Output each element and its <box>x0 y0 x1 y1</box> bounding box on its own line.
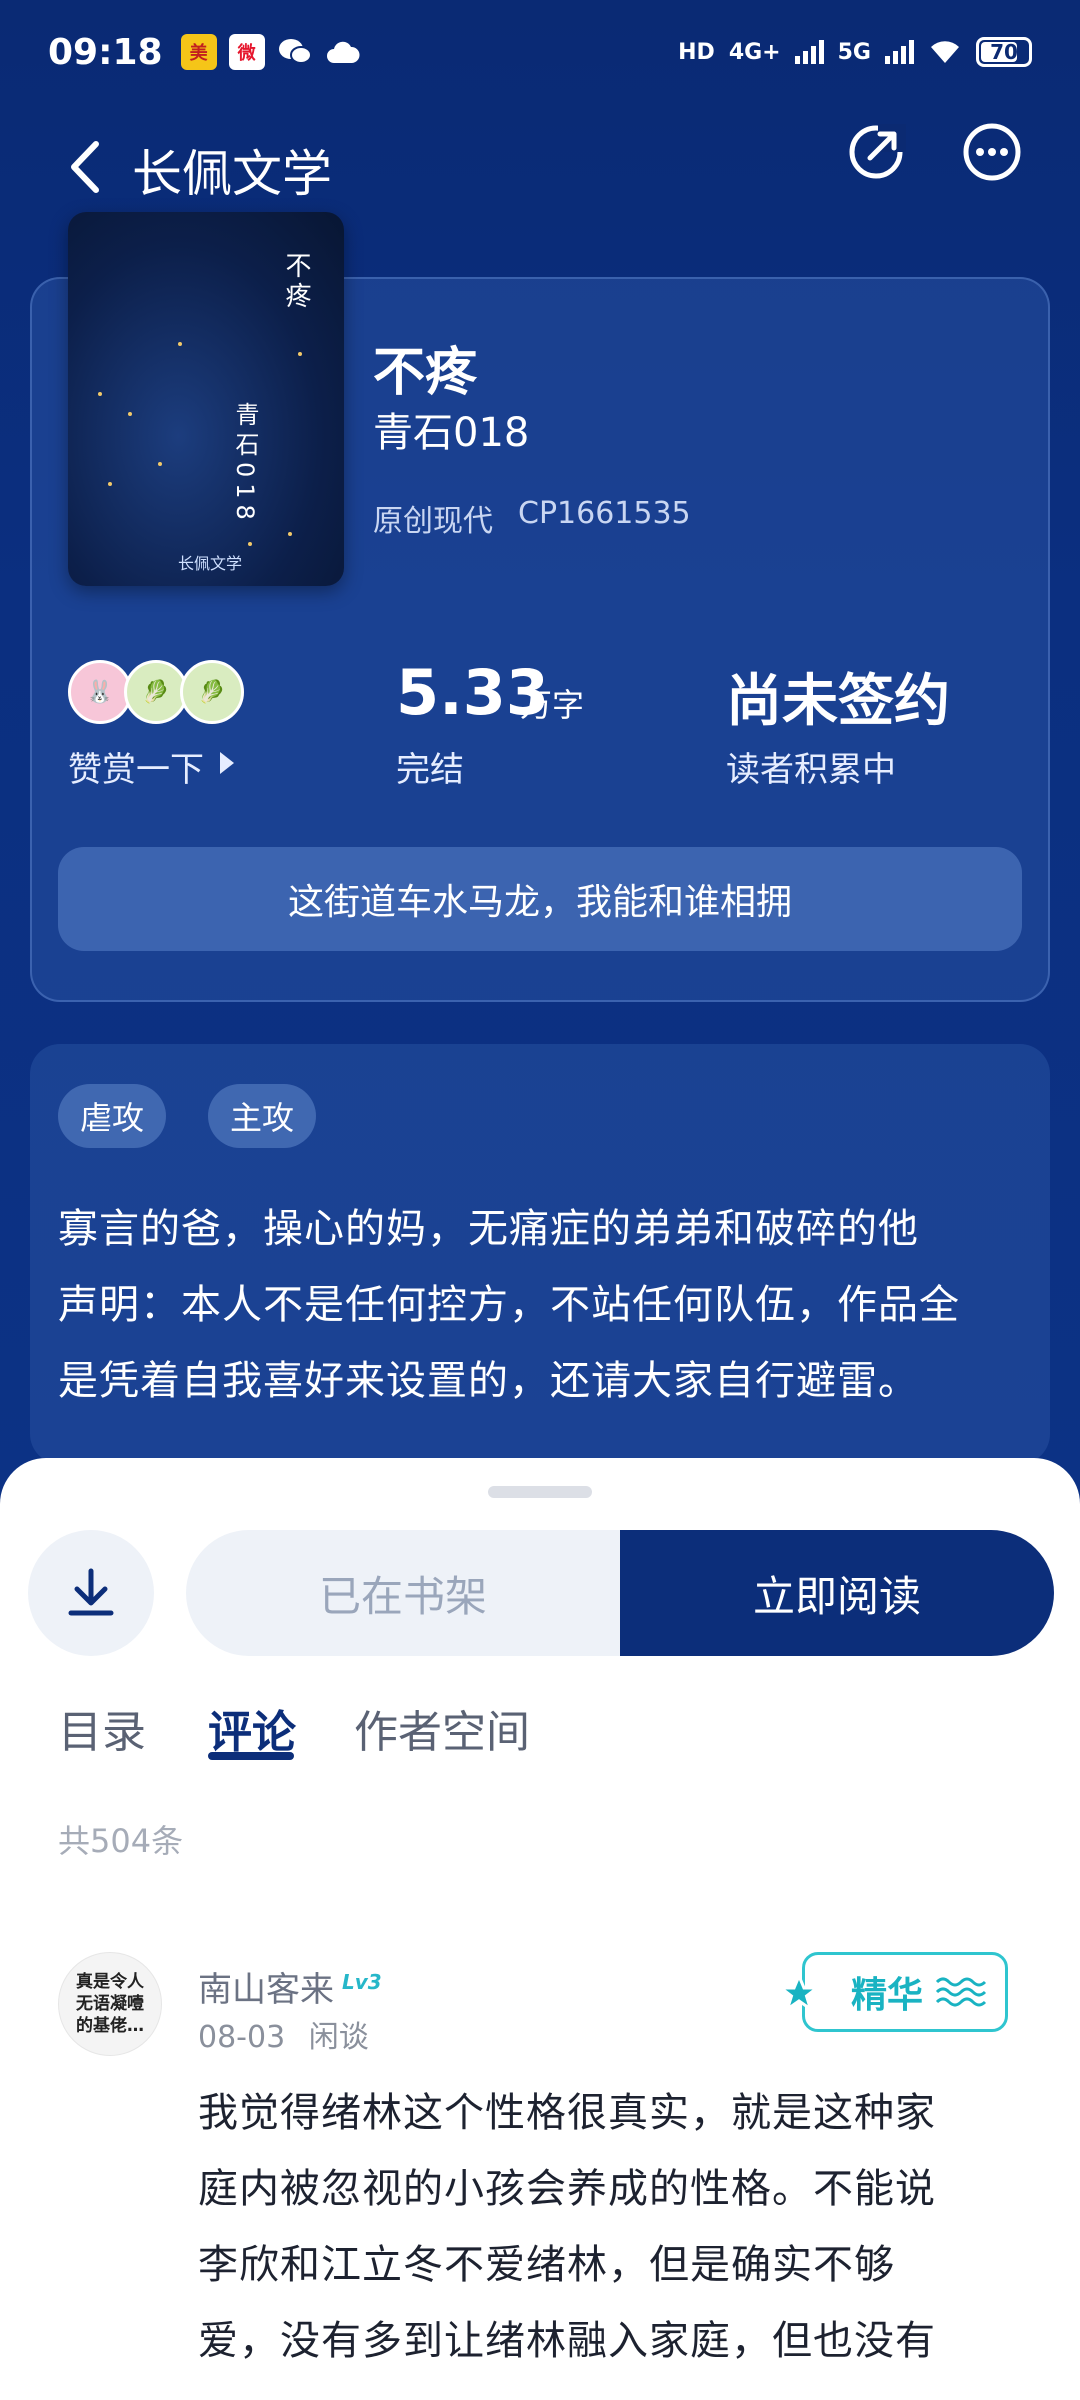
book-category: 原创现代 <box>373 504 493 539</box>
comment-text-line: 庭内被忽视的小孩会养成的性格。不能说 <box>198 2166 936 2212</box>
cloud-icon <box>325 34 361 70</box>
hd-indicator: HD <box>678 39 715 65</box>
user-level-badge: Lv3 <box>342 1970 382 1994</box>
comment-date: 08-03 <box>198 2020 286 2055</box>
on-shelf-button[interactable]: 已在书架 <box>186 1530 620 1656</box>
cover-light <box>248 542 252 546</box>
book-status: 完结 <box>396 750 464 790</box>
book-author[interactable]: 青石018 <box>373 400 529 458</box>
download-icon <box>68 1568 114 1616</box>
tag-chip[interactable]: 主攻 <box>208 1084 317 1148</box>
intro-text-line: 声明：本人不是任何控方，不站任何队伍，作品全 <box>58 1282 960 1328</box>
avatar-text-line: 无语凝噎 <box>76 1994 144 2014</box>
tag-chip[interactable]: 虐攻 <box>58 1084 167 1148</box>
tab-author-space[interactable]: 作者空间 <box>354 1696 530 1760</box>
status-bar: 09:18 美 微 HD 4G+ 5G 70 <box>0 0 1080 104</box>
status-indicators: HD 4G+ 5G 70 <box>678 37 1032 67</box>
featured-badge: 精华 <box>779 1952 1008 2032</box>
signal-icon <box>885 40 914 64</box>
star-icon <box>779 1973 819 2013</box>
cover-light <box>98 392 102 396</box>
featured-badge-label: 精华 <box>851 1975 924 2016</box>
network-5g-indicator: 5G <box>837 39 871 65</box>
cover-light <box>108 482 112 486</box>
intro-text-line: 寡言的爸，操心的妈，无痛症的弟弟和破碎的他 <box>58 1206 919 1252</box>
share-icon[interactable] <box>844 120 908 184</box>
action-bar: 已在书架 立即阅读 <box>186 1530 1054 1656</box>
commenter-avatar[interactable]: 真是令人 无语凝噎 的基佬… <box>58 1952 162 2056</box>
sign-subtext: 读者积累中 <box>726 750 896 790</box>
cover-light <box>128 412 132 416</box>
praise-avatars[interactable]: 🐰 🥬 🥬 <box>68 660 248 724</box>
avatar: 🥬 <box>180 660 244 724</box>
cover-light <box>288 532 292 536</box>
book-cover[interactable]: 不疼 青石018 长佩文学 <box>68 212 344 586</box>
commenter-name[interactable]: 南山客来 <box>198 1962 334 2011</box>
read-now-button[interactable]: 立即阅读 <box>620 1530 1054 1656</box>
cover-light <box>178 342 182 346</box>
sign-status: 尚未签约 <box>726 669 950 734</box>
wechat-app-icon <box>277 34 313 70</box>
wave-icon <box>935 1977 987 2007</box>
comment-text-line: 李欣和江立冬不爱绪林，但是确实不够 <box>198 2242 895 2288</box>
wifi-icon <box>931 41 959 63</box>
comment-text-line: 爱，没有多到让绪林融入家庭，但也没有 <box>198 2318 936 2364</box>
app-title: 长佩文学 <box>132 145 332 203</box>
comment-category: 闲谈 <box>308 2020 369 2055</box>
signal-icon <box>794 40 824 64</box>
status-time: 09:18 <box>48 31 163 73</box>
comment-text-line: 我觉得绪林这个性格很真实，就是这种家 <box>198 2090 936 2136</box>
more-icon[interactable] <box>960 120 1024 184</box>
book-cp-id: CP1661535 <box>518 496 691 531</box>
battery-level: 70 <box>990 40 1018 64</box>
avatar: 🐰 <box>68 660 132 724</box>
meituan-app-icon: 美 <box>180 34 217 70</box>
cover-title: 不疼 <box>281 252 311 312</box>
back-icon[interactable] <box>60 132 120 202</box>
download-button[interactable] <box>28 1530 154 1656</box>
avatar-text-line: 真是令人 <box>76 1972 144 1992</box>
cover-light <box>158 462 162 466</box>
cover-author: 青石018 <box>231 402 259 526</box>
book-title: 不疼 <box>373 343 478 403</box>
tab-comments[interactable]: 评论 <box>208 1696 296 1760</box>
cover-light <box>298 352 302 356</box>
praise-button[interactable]: 赞赏一下 <box>68 742 204 791</box>
word-unit: 万字 <box>520 686 585 724</box>
comment-meta: 08-03 闲谈 <box>198 2012 369 2056</box>
network-4g-indicator: 4G+ <box>728 39 781 65</box>
tab-catalog[interactable]: 目录 <box>58 1696 146 1760</box>
cover-logo: 长佩文学 <box>178 554 243 573</box>
avatar: 🥬 <box>124 660 188 724</box>
sheet-handle[interactable] <box>488 1486 592 1498</box>
play-arrow-icon <box>220 752 234 774</box>
avatar-text-line: 的基佬… <box>76 2016 144 2036</box>
battery-icon: 70 <box>976 37 1032 67</box>
weibo-app-icon: 微 <box>228 34 265 70</box>
tab-active-indicator <box>208 1752 294 1760</box>
book-tagline: 这街道车水马龙，我能和谁相拥 <box>58 847 1022 951</box>
intro-text-line: 是凭着自我喜好来设置的，还请大家自行避雷。 <box>58 1358 919 1404</box>
comment-count: 共504条 <box>58 1822 184 1860</box>
